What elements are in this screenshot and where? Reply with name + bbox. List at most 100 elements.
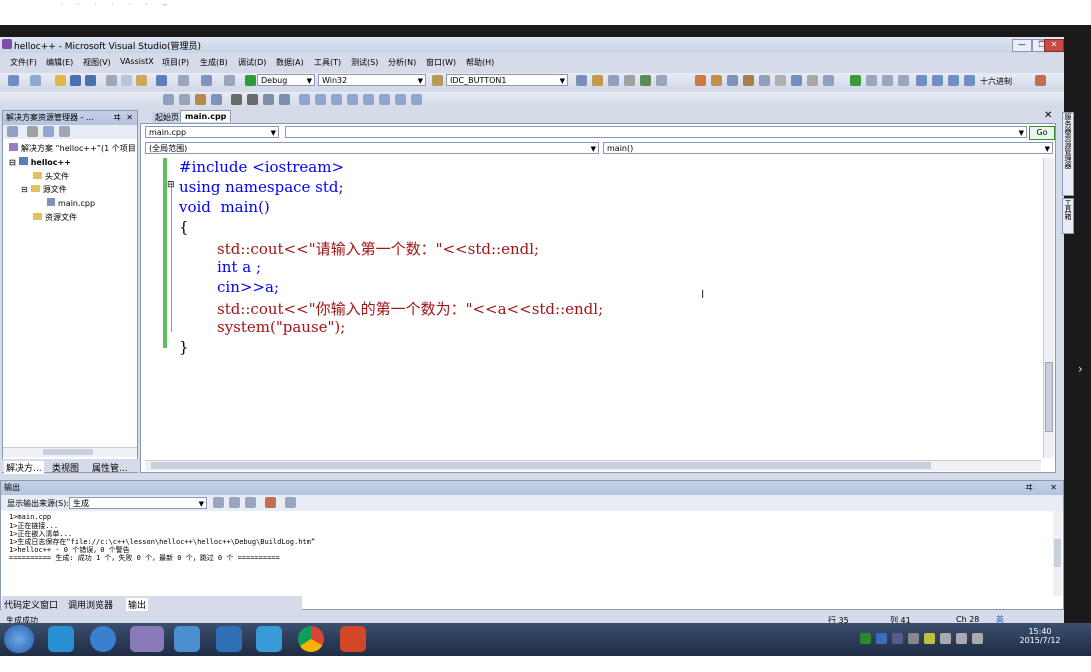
qq-icon[interactable] [256,626,282,652]
tray-icon[interactable] [860,633,871,644]
code-editor[interactable]: main.cpp ▼ ▼ Go (全局范围) ▼ main() ▼ ⊟ #includ… [140,123,1056,473]
close-button[interactable]: ✕ [1044,39,1064,52]
member-combo[interactable]: main() ▼ [603,142,1053,154]
tray-icon[interactable] [908,633,919,644]
break-all-icon[interactable] [866,75,877,86]
step-into-icon[interactable] [916,75,927,86]
network-icon[interactable] [956,633,967,644]
scrollbar-thumb[interactable] [151,462,931,469]
menu-edit[interactable]: 编辑(E) [46,57,73,68]
side-tab-server-explorer[interactable]: 服务器资源管理器 [1062,112,1074,196]
horizontal-scrollbar[interactable] [3,447,137,457]
step-over-icon[interactable] [932,75,943,86]
go-button[interactable]: Go [1029,126,1055,140]
clear-all-icon[interactable] [265,497,276,508]
powerpoint-icon[interactable] [340,626,366,652]
pin-icon[interactable]: ヰ [1025,481,1033,495]
open-file-icon[interactable] [55,75,66,86]
redo-icon[interactable] [178,75,189,86]
tab-call-browser[interactable]: 调用浏览器 [68,598,113,611]
cut-icon[interactable] [106,75,117,86]
navigate-back-icon[interactable] [201,75,212,86]
chevron-right-icon[interactable]: › [1078,362,1083,376]
tree-item-header-files[interactable]: 头文件 [33,171,69,182]
object-browser-icon[interactable] [640,75,651,86]
collapse-icon[interactable]: ⊟ [21,185,28,194]
editor-tool-2-icon[interactable] [179,94,190,105]
tray-icon[interactable] [876,633,887,644]
bookmark-prev-doc-icon[interactable] [395,94,406,105]
output-vertical-scrollbar[interactable] [1053,511,1062,596]
increase-indent-icon[interactable] [247,94,258,105]
menu-tools[interactable]: 工具(T) [314,57,341,68]
find-icon[interactable] [576,75,587,86]
next-bookmark-icon[interactable] [331,94,342,105]
side-tab-toolbox[interactable]: 工具箱 [1062,198,1074,234]
new-project-icon[interactable] [8,75,19,86]
comment-icon[interactable] [263,94,274,105]
hex-display-button[interactable]: 十六进制 [980,76,1012,87]
minimize-button[interactable]: — [1012,39,1032,52]
close-icon[interactable]: ✕ [1050,481,1057,495]
menu-project[interactable]: 项目(P) [162,57,189,68]
view-class-diagram-icon[interactable] [59,126,70,137]
menu-analyze[interactable]: 分析(N) [388,57,416,68]
bookmark-folder-icon[interactable] [347,94,358,105]
menu-view[interactable]: 视图(V) [83,57,111,68]
view-code-icon[interactable] [43,126,54,137]
scope-combo[interactable]: (全局范围) ▼ [145,142,599,154]
collapse-icon[interactable]: ⊟ [9,158,16,167]
debug-tool-1-icon[interactable] [695,75,706,86]
tree-item-source-files[interactable]: ⊟ 源文件 [21,184,67,195]
close-document-icon[interactable]: ✕ [1044,110,1052,121]
next-message-icon[interactable] [245,497,256,508]
step-out-icon[interactable] [948,75,959,86]
menu-help[interactable]: 帮助(H) [466,57,494,68]
find-in-files-icon[interactable] [432,75,443,86]
tray-icon[interactable] [892,633,903,644]
solution-config-combo[interactable]: Debug ▼ [257,74,315,86]
find-message-icon[interactable] [213,497,224,508]
decrease-indent-icon[interactable] [231,94,242,105]
tab-class-view[interactable]: 类视图 [52,461,79,474]
menu-debug[interactable]: 调试(D) [238,57,266,68]
debug-tool-7-icon[interactable] [791,75,802,86]
pin-icon[interactable]: ヰ [113,111,121,125]
scrollbar-thumb[interactable] [1045,362,1053,432]
editor-tool-3-icon[interactable] [195,94,206,105]
feiq-icon[interactable] [216,626,242,652]
tray-icon[interactable] [924,633,935,644]
debug-tool-5-icon[interactable] [759,75,770,86]
toolbox-icon[interactable] [624,75,635,86]
stop-debugging-icon[interactable] [882,75,893,86]
tab-start-page[interactable]: 起始页 [152,112,182,123]
clear-bookmarks-icon[interactable] [411,94,422,105]
debug-tool-2-icon[interactable] [711,75,722,86]
scrollbar-thumb[interactable] [43,449,93,455]
start-debugging-icon[interactable] [245,75,256,86]
save-icon[interactable] [70,75,81,86]
vertical-scrollbar[interactable] [1043,158,1054,458]
visual-studio-task-icon[interactable] [130,626,164,652]
solution-explorer-icon[interactable] [592,75,603,86]
properties-icon[interactable] [608,75,619,86]
tab-output[interactable]: 输出 [126,598,149,611]
baidu-netdisk-icon[interactable] [48,626,74,652]
debug-tool-9-icon[interactable] [823,75,834,86]
copy-icon[interactable] [121,75,132,86]
properties-icon[interactable] [7,126,18,137]
continue-icon[interactable] [850,75,861,86]
previous-message-icon[interactable] [229,497,240,508]
chrome-icon[interactable] [298,626,324,652]
uncomment-icon[interactable] [279,94,290,105]
restart-icon[interactable] [898,75,909,86]
editor-tool-1-icon[interactable] [163,94,174,105]
menu-data[interactable]: 数据(A) [276,57,304,68]
output-text-area[interactable]: 1>main.cpp 1>正在链接... 1>正在嵌入清单... 1>生成日志保… [1,511,1053,596]
collapse-icon[interactable]: ⊟ [167,180,175,190]
debug-tool-8-icon[interactable] [807,75,818,86]
editor-tool-4-icon[interactable] [211,94,222,105]
paste-icon[interactable] [136,75,147,86]
scrollbar-thumb[interactable] [1054,539,1061,567]
sogou-icon[interactable] [90,626,116,652]
